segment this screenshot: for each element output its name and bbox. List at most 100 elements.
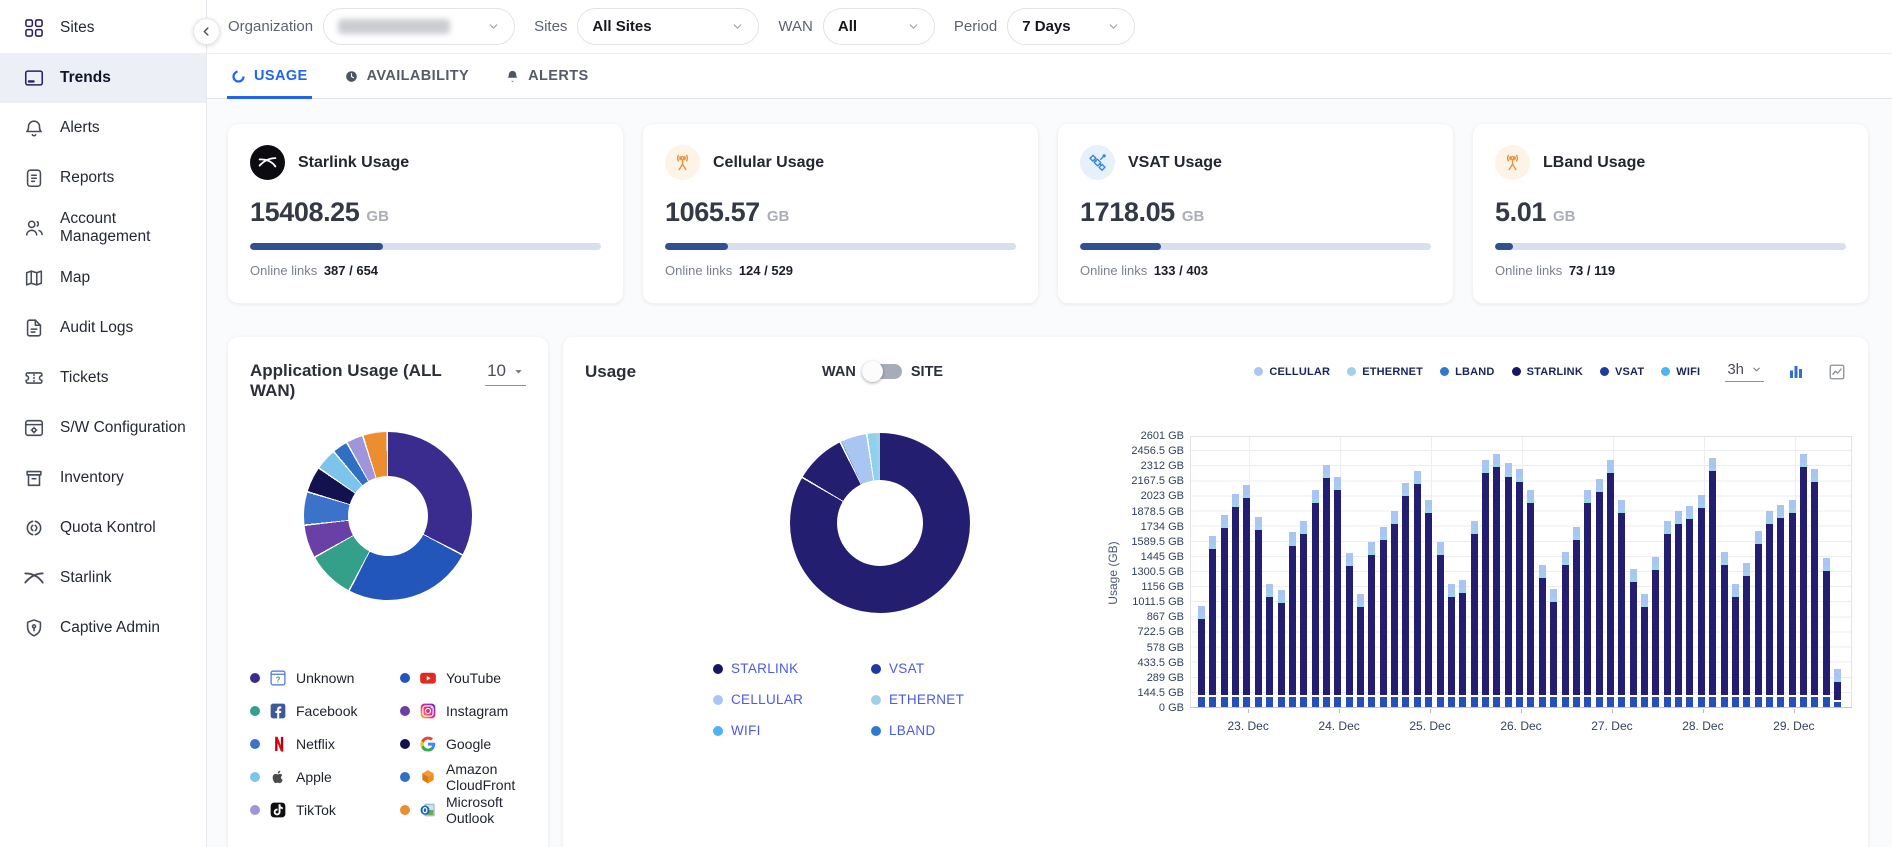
application-usage-header: Application Usage (ALL WAN) 10 [250, 361, 526, 402]
sidebar-item-account-management[interactable]: Account Management [0, 203, 206, 253]
sidebar-item-alerts[interactable]: Alerts [0, 103, 206, 153]
bar-segment [1266, 597, 1273, 695]
stat-card-unit: GB [1553, 208, 1576, 225]
outlook-icon [419, 801, 437, 819]
bar-segment [1539, 578, 1546, 695]
sidebar-item-reports[interactable]: Reports [0, 153, 206, 203]
sidebar-item-inventory[interactable]: Inventory [0, 453, 206, 503]
sidebar-item-s-w-configuration[interactable]: S/W Configuration [0, 403, 206, 453]
legend-item-google[interactable]: Google [400, 728, 526, 761]
bar-segment [1471, 534, 1478, 695]
sidebar-item-captive-admin[interactable]: Captive Admin [0, 603, 206, 653]
legend-dot [250, 772, 260, 782]
bar-segment [1334, 490, 1341, 694]
legend-dot [250, 739, 260, 749]
bar-legend-item-vsat[interactable]: VSAT [1600, 366, 1644, 378]
stat-card-progress [1495, 243, 1846, 250]
bar-segment [1289, 532, 1296, 541]
online-links-value: 124 / 529 [739, 263, 793, 278]
online-links-label: Online links [1495, 263, 1566, 278]
stacked-bar [1573, 527, 1580, 707]
top-n-select[interactable]: 10 [485, 361, 526, 386]
legend-item-netflix[interactable]: Netflix [250, 728, 400, 761]
bar-segment [1607, 460, 1614, 469]
sidebar-item-map[interactable]: Map [0, 253, 206, 303]
legend-label: Google [446, 736, 491, 752]
filter-sites-select[interactable]: All Sites [577, 8, 759, 45]
stat-card-progress [665, 243, 1016, 250]
bar-segment [1834, 702, 1841, 707]
filter-group-organization: Organization [228, 8, 515, 45]
chevron-left-icon [200, 25, 213, 38]
legend-item-unknown[interactable]: ?Unknown [250, 662, 400, 695]
bar-segment [1289, 546, 1296, 695]
sidebar-item-trends[interactable]: Trends [0, 53, 206, 103]
bar-legend-item-starlink[interactable]: STARLINK [1512, 366, 1583, 378]
stacked-bar [1243, 485, 1250, 707]
bar-chart-type-button[interactable] [1787, 363, 1805, 381]
bar-segment [1573, 540, 1580, 694]
legend-label: ETHERNET [889, 692, 964, 707]
usage-donut-chart [790, 433, 970, 613]
sidebar-item-audit-logs[interactable]: Audit Logs [0, 303, 206, 353]
usage-legend-item-lband[interactable]: LBAND [871, 715, 964, 746]
bar-legend-item-wifi[interactable]: WIFI [1661, 366, 1700, 378]
usage-bar-chart: Usage (GB) 0 GB144.5 GB289 GB433.5 GB578… [1103, 407, 1865, 757]
tab-usage[interactable]: USAGE [231, 54, 308, 98]
bar-legend-item-ethernet[interactable]: ETHERNET [1347, 366, 1423, 378]
interval-select[interactable]: 3h [1725, 361, 1764, 382]
bar-segment [1607, 473, 1614, 694]
usage-legend-item-wifi[interactable]: WIFI [713, 715, 871, 746]
line-chart-type-button[interactable] [1828, 363, 1846, 381]
sidebar-item-quota-kontrol[interactable]: Quota Kontrol [0, 503, 206, 553]
x-axis-tick [1339, 709, 1340, 713]
bar-legend-item-cellular[interactable]: CELLULAR [1254, 366, 1330, 378]
bar-segment [1334, 477, 1341, 486]
filter-organization-select[interactable] [323, 8, 515, 45]
legend-item-instagram[interactable]: Instagram [400, 695, 526, 728]
filter-wan-select[interactable]: All [823, 8, 935, 45]
wan-site-switch[interactable] [865, 364, 902, 379]
sidebar-item-starlink[interactable]: Starlink [0, 553, 206, 603]
bar-segment [1266, 584, 1273, 593]
legend-label: TikTok [296, 802, 336, 818]
legend-dot [713, 695, 723, 705]
bar-segment [1630, 569, 1637, 578]
usage-legend-item-ethernet[interactable]: ETHERNET [871, 684, 964, 715]
stacked-bar [1323, 465, 1330, 708]
legend-dot [1512, 367, 1521, 376]
usage-legend-item-cellular[interactable]: CELLULAR [713, 684, 871, 715]
bar-segment [1789, 500, 1796, 509]
usage-legend-item-starlink[interactable]: STARLINK [713, 653, 871, 684]
sidebar-item-sites[interactable]: Sites [0, 3, 206, 53]
usage-title: Usage [585, 362, 636, 382]
legend-item-amazon-cloudfront[interactable]: Amazon CloudFront [400, 761, 526, 794]
legend-label: CELLULAR [1269, 366, 1330, 378]
stat-card-value-row: 5.01GB [1495, 197, 1846, 228]
sidebar-collapse-button[interactable] [193, 18, 220, 45]
tab-availability[interactable]: AVAILABILITY [344, 54, 470, 98]
bar-segment [1721, 552, 1728, 561]
stacked-bar [1539, 565, 1546, 707]
bar-segment [1300, 521, 1307, 530]
legend-item-microsoft-outlook[interactable]: Microsoft Outlook [400, 794, 526, 827]
chevron-down-icon [907, 20, 920, 33]
stat-card-vsat-usage: VSAT Usage1718.05GBOnline links 133 / 40… [1058, 124, 1453, 303]
x-axis-label: 24. Dec [1318, 719, 1359, 733]
bar-legend-item-lband[interactable]: LBAND [1440, 366, 1495, 378]
stat-card-online-links: Online links 387 / 654 [250, 263, 601, 278]
satellite-icon [1080, 145, 1115, 180]
legend-item-tiktok[interactable]: TikTok [250, 794, 400, 827]
legend-item-youtube[interactable]: YouTube [400, 662, 526, 695]
bar-segment [1300, 534, 1307, 695]
legend-item-apple[interactable]: Apple [250, 761, 400, 794]
filter-period-select[interactable]: 7 Days [1007, 8, 1135, 45]
quota-donut-icon [23, 517, 45, 539]
bar-segment [1209, 697, 1216, 707]
legend-item-facebook[interactable]: Facebook [250, 695, 400, 728]
tab-alerts[interactable]: ALERTS [505, 54, 588, 98]
bar-segment [1777, 518, 1784, 694]
sidebar-item-tickets[interactable]: Tickets [0, 353, 206, 403]
tab-bar: USAGE AVAILABILITY ALERTS [207, 53, 1892, 99]
usage-legend-item-vsat[interactable]: VSAT [871, 653, 964, 684]
